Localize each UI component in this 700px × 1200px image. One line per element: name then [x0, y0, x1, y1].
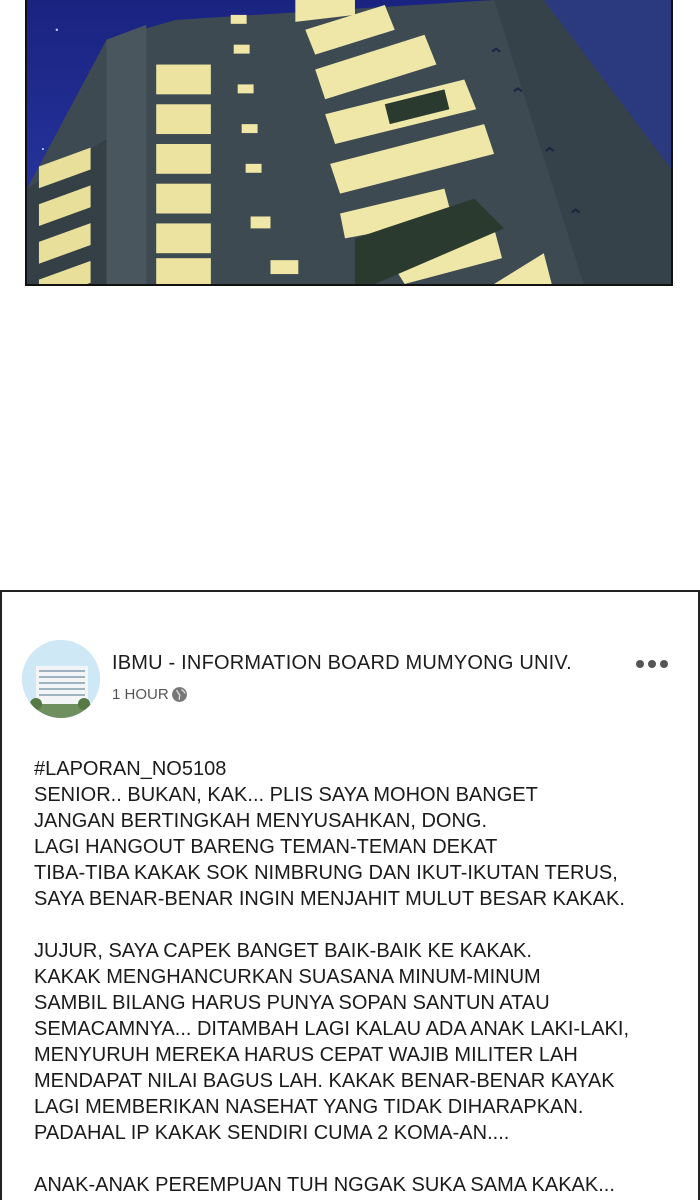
- building-avatar-image: [22, 640, 100, 718]
- post-body: #LAPORAN_NO5108 SENIOR.. BUKAN, KAK... P…: [34, 756, 684, 1200]
- post-meta: 1 HOUR: [112, 686, 188, 703]
- globe-icon: [171, 686, 188, 703]
- more-options-button[interactable]: [636, 654, 668, 674]
- post-paragraph: ANAK-ANAK PEREMPUAN TUH NGGAK SUKA SAMA …: [34, 1174, 615, 1196]
- post-paragraph: #LAPORAN_NO5108 SENIOR.. BUKAN, KAK... P…: [34, 758, 625, 910]
- social-post-card: IBMU - INFORMATION BOARD MUMYONG UNIV. 1…: [0, 590, 700, 1200]
- comic-panel-night-building: [25, 0, 673, 286]
- more-dots-icon: [636, 660, 644, 668]
- post-paragraph: JUJUR, SAYA CAPEK BANGET BAIK-BAIK KE KA…: [34, 940, 629, 1144]
- night-building-illustration: [27, 0, 671, 284]
- avatar[interactable]: [22, 640, 100, 718]
- page-name[interactable]: IBMU - INFORMATION BOARD MUMYONG UNIV.: [112, 652, 572, 675]
- post-time[interactable]: 1 HOUR: [112, 686, 169, 703]
